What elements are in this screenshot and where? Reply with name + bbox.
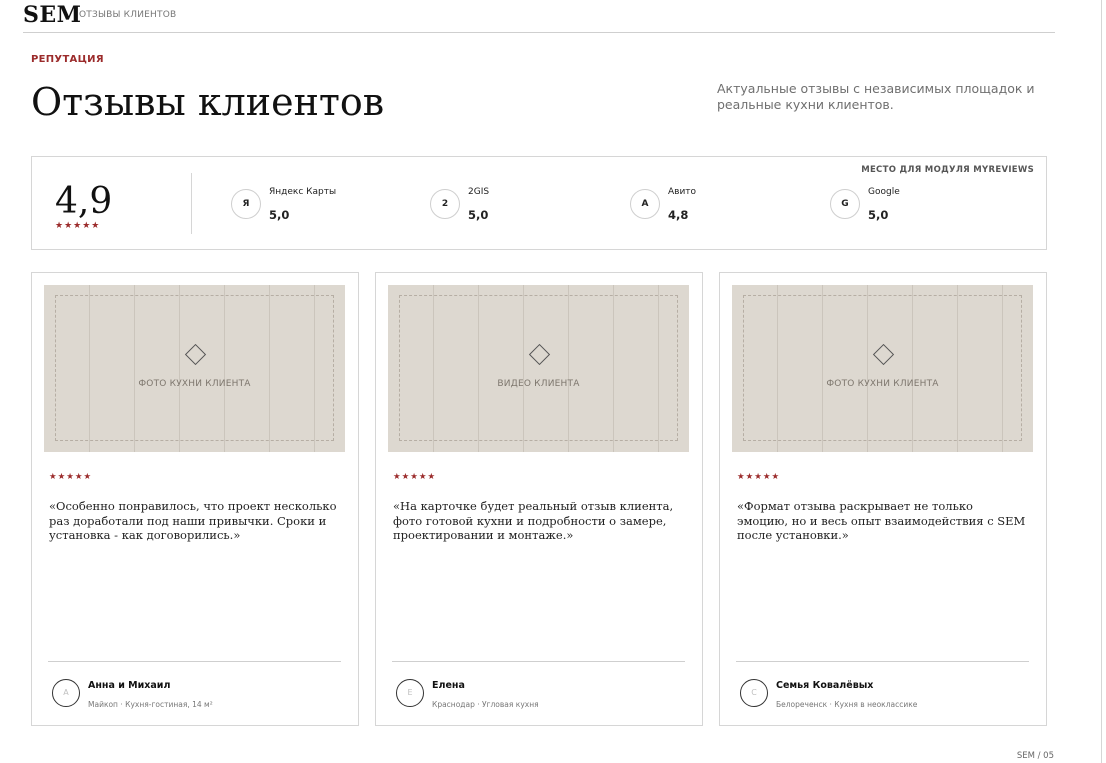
platform-avito[interactable]: A Авито 4,8 [630, 187, 820, 227]
platform-score: 4,8 [668, 208, 689, 222]
platform-score: 5,0 [868, 208, 889, 222]
card-divider [736, 661, 1029, 662]
header-subtitle: ОТЗЫВЫ КЛИЕНТОВ [79, 10, 177, 20]
review-author: Семья Ковалёвых [776, 680, 874, 691]
yandex-icon: Я [231, 189, 261, 219]
section-eyebrow: РЕПУТАЦИЯ [31, 54, 104, 65]
review-card: ФОТО КУХНИ КЛИЕНТА ★★★★★ «Особенно понра… [31, 272, 359, 726]
media-frame [399, 295, 678, 441]
platform-name: Авито [668, 187, 697, 197]
top-bar: SEM ОТЗЫВЫ КЛИЕНТОВ [23, 0, 1055, 33]
review-media-placeholder[interactable]: ФОТО КУХНИ КЛИЕНТА [732, 285, 1033, 452]
card-divider [48, 661, 341, 662]
panel-divider [191, 173, 192, 234]
review-card: ВИДЕО КЛИЕНТА ★★★★★ «На карточке будет р… [375, 272, 703, 726]
review-quote: «На карточке будет реальный отзыв клиент… [393, 499, 674, 543]
media-frame [55, 295, 334, 441]
rating-panel: МЕСТО ДЛЯ МОДУЛЯ MYREVIEWS 4,9 ★★★★★ Я Я… [31, 156, 1047, 250]
platform-name: 2GIS [468, 187, 490, 197]
review-stars: ★★★★★ [393, 472, 437, 482]
avatar: С [740, 679, 768, 707]
review-author: Елена [432, 680, 465, 691]
platform-2gis[interactable]: 2 2GIS 5,0 [430, 187, 620, 227]
platform-score: 5,0 [468, 208, 489, 222]
review-meta: Майкоп · Кухня-гостиная, 14 м² [88, 700, 213, 709]
media-label: ФОТО КУХНИ КЛИЕНТА [138, 379, 251, 389]
page-edge-divider [1101, 0, 1102, 763]
review-stars: ★★★★★ [737, 472, 781, 482]
review-meta: Краснодар · Угловая кухня [432, 700, 539, 709]
platform-name: Яндекс Карты [269, 187, 337, 197]
review-quote: «Формат отзыва раскрывает не только эмоц… [737, 499, 1026, 543]
media-label: ФОТО КУХНИ КЛИЕНТА [826, 379, 939, 389]
platform-yandex-maps[interactable]: Я Яндекс Карты 5,0 [231, 187, 421, 227]
avatar: А [52, 679, 80, 707]
review-author: Анна и Михаил [88, 680, 171, 691]
media-label: ВИДЕО КЛИЕНТА [497, 379, 580, 389]
page-number: SEM / 05 [1016, 751, 1054, 761]
platform-google[interactable]: G Google 5,0 [830, 187, 1020, 227]
review-meta: Белореченск · Кухня в неоклассике [776, 700, 918, 709]
logo[interactable]: SEM [23, 2, 82, 28]
module-placeholder-label: МЕСТО ДЛЯ МОДУЛЯ MYREVIEWS [861, 165, 1034, 175]
media-frame [743, 295, 1022, 441]
review-media-placeholder[interactable]: ФОТО КУХНИ КЛИЕНТА [44, 285, 345, 452]
review-stars: ★★★★★ [49, 472, 93, 482]
2gis-icon: 2 [430, 189, 460, 219]
review-media-placeholder[interactable]: ВИДЕО КЛИЕНТА [388, 285, 689, 452]
platform-score: 5,0 [269, 208, 290, 222]
overall-score: 4,9 [55, 181, 113, 222]
google-icon: G [830, 189, 860, 219]
platform-name: Google [868, 187, 900, 197]
overall-stars: ★★★★★ [55, 221, 101, 231]
review-quote: «Особенно понравилось, что проект нескол… [49, 499, 337, 543]
section-intro: Актуальные отзывы с независимых площадок… [717, 81, 1035, 112]
avito-icon: A [630, 189, 660, 219]
avatar: Е [396, 679, 424, 707]
review-card: ФОТО КУХНИ КЛИЕНТА ★★★★★ «Формат отзыва … [719, 272, 1047, 726]
card-divider [392, 661, 685, 662]
page-title: Отзывы клиентов [31, 80, 385, 124]
